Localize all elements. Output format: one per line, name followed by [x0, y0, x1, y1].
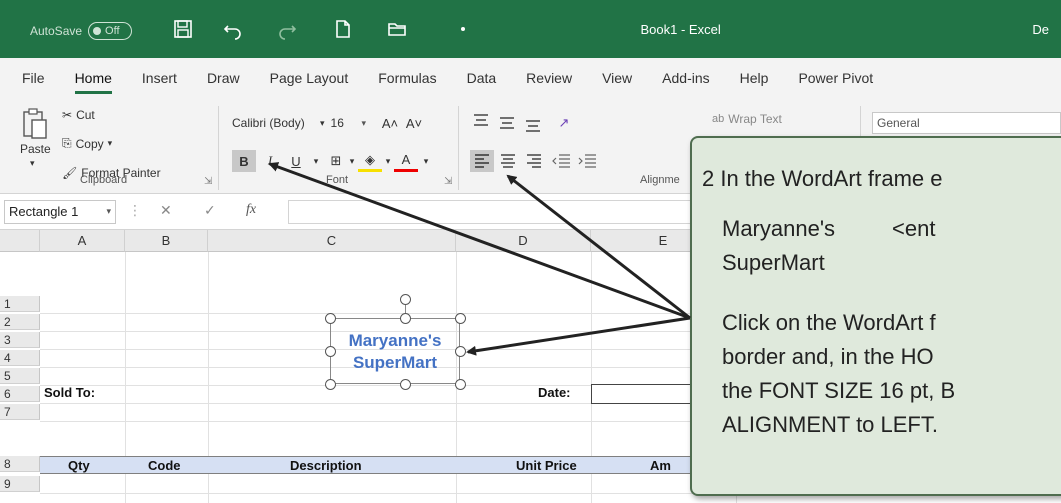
callout-typed-text-1: Maryanne's [722, 216, 836, 241]
row-header-1[interactable]: 1 [0, 296, 40, 312]
callout-line-4: Click on the WordArt f [722, 310, 936, 335]
header-unit-price[interactable]: Unit Price [516, 458, 577, 473]
column-header-d[interactable]: D [456, 230, 591, 252]
italic-button[interactable]: I [258, 150, 282, 172]
tab-draw[interactable]: Draw [207, 70, 240, 86]
paintbrush-icon: 🖌 [62, 166, 78, 180]
tab-power-pivot[interactable]: Power Pivot [798, 70, 873, 86]
tab-help[interactable]: Help [740, 70, 769, 86]
paste-button[interactable]: Paste [20, 142, 51, 156]
callout-line-6: the FONT SIZE 16 pt, B [722, 378, 956, 403]
tab-insert[interactable]: Insert [142, 70, 177, 86]
clipboard-launcher-icon[interactable]: ⇲ [204, 176, 212, 187]
tab-home[interactable]: Home [74, 70, 113, 94]
grow-font-button[interactable]: A˄ [378, 112, 402, 134]
insert-function-icon[interactable]: fx [246, 202, 256, 218]
column-header-a[interactable]: A [40, 230, 125, 252]
tab-review[interactable]: Review [526, 70, 572, 86]
window-title: Book1 - Excel [640, 22, 721, 37]
header-code[interactable]: Code [148, 458, 181, 473]
copy-button[interactable]: ⎘ Copy ▾ [62, 136, 112, 151]
column-header-c[interactable]: C [208, 230, 456, 252]
resize-handle-tl[interactable] [325, 313, 336, 324]
callout-line-5: border and, in the HO [722, 344, 934, 369]
clipboard-group-label: Clipboard [80, 174, 128, 186]
align-right-icon[interactable] [522, 150, 546, 172]
callout-line-7: ALIGNMENT to LEFT. [722, 412, 938, 437]
header-description[interactable]: Description [290, 458, 362, 473]
row-header-4[interactable]: 4 [0, 350, 40, 366]
decrease-indent-icon[interactable] [550, 150, 574, 172]
tab-formulas[interactable]: Formulas [378, 70, 436, 86]
scissors-icon: ✂ [62, 108, 73, 122]
title-bar: AutoSave Off Book1 - Excel De [0, 0, 1061, 58]
shrink-font-button[interactable]: A˅ [402, 112, 426, 134]
cell-d5[interactable]: Date: [538, 385, 571, 400]
tab-page-layout[interactable]: Page Layout [270, 70, 349, 86]
alignment-group-label: Alignme [640, 174, 680, 186]
font-group-label: Font [326, 174, 349, 186]
tab-view[interactable]: View [602, 70, 632, 86]
increase-indent-icon[interactable] [576, 150, 600, 172]
tab-add-ins[interactable]: Add-ins [662, 70, 709, 86]
resize-handle-l[interactable] [325, 346, 336, 357]
ribbon-tabs: File Home Insert Draw Page Layout Formulas Dat… [0, 58, 1061, 98]
resize-handle-t[interactable] [400, 313, 411, 324]
wrap-text-button[interactable]: ab Wrap Text [712, 112, 782, 126]
callout-enter-key: <ent [892, 216, 936, 241]
align-center-icon[interactable] [496, 150, 520, 172]
number-format-combo[interactable]: General [872, 112, 1061, 134]
font-family-combo[interactable]: Calibri (Body) [228, 112, 316, 134]
user-account[interactable]: De [1032, 22, 1049, 37]
row-header-5[interactable]: 5 [0, 368, 40, 384]
formula-bar-separator-icon: ⋮ [128, 202, 142, 218]
callout-typed-text-2: SuperMart [722, 250, 825, 275]
header-qty[interactable]: Qty [68, 458, 90, 473]
paste-icon[interactable] [22, 108, 48, 140]
align-left-button[interactable] [470, 150, 494, 172]
tab-data[interactable]: Data [467, 70, 497, 86]
select-all-corner[interactable] [0, 230, 40, 252]
orientation-icon[interactable]: ↗ [552, 112, 576, 134]
name-box[interactable]: Rectangle 1 ▾ [4, 200, 116, 224]
row-header-3[interactable]: 3 [0, 332, 40, 348]
row-header-6[interactable]: 6 [0, 386, 40, 402]
bottom-align-icon[interactable] [524, 116, 542, 132]
cut-button[interactable]: ✂ Cut [62, 108, 95, 122]
resize-handle-br[interactable] [455, 379, 466, 390]
cell-a5[interactable]: Sold To: [44, 385, 95, 400]
bold-button[interactable]: B [232, 150, 256, 172]
row-header-9[interactable]: 9 [0, 476, 40, 492]
paste-dropdown-icon[interactable]: ▾ [30, 158, 35, 169]
resize-handle-b[interactable] [400, 379, 411, 390]
enter-icon[interactable]: ✓ [204, 202, 216, 219]
top-align-icon[interactable] [472, 112, 490, 128]
row-header-8[interactable]: 8 [0, 456, 40, 472]
cancel-icon[interactable]: ✕ [160, 202, 172, 219]
font-color-dropdown-icon[interactable]: ▾ [414, 150, 438, 172]
instruction-callout: 2 In the WordArt frame e Maryanne's <ent… [690, 136, 1061, 496]
wordart-text[interactable]: Maryanne's SuperMart [330, 330, 460, 374]
wrap-text-icon: ab [712, 113, 725, 125]
font-size-combo[interactable]: ▾ 16 ▾ [316, 112, 370, 134]
callout-step: 2 In the WordArt frame e [702, 166, 943, 191]
resize-handle-bl[interactable] [325, 379, 336, 390]
font-launcher-icon[interactable]: ⇲ [444, 176, 452, 187]
rotate-handle[interactable] [400, 294, 411, 305]
row-header-7[interactable]: 7 [0, 404, 40, 420]
row-header-2[interactable]: 2 [0, 314, 40, 330]
column-header-b[interactable]: B [125, 230, 208, 252]
copy-icon: ⎘ [62, 136, 72, 150]
middle-align-icon[interactable] [498, 114, 516, 130]
tab-file[interactable]: File [22, 70, 45, 86]
arrow-to-wordart [466, 316, 691, 356]
header-amount[interactable]: Am [650, 458, 671, 473]
resize-handle-r[interactable] [455, 346, 466, 357]
resize-handle-tr[interactable] [455, 313, 466, 324]
